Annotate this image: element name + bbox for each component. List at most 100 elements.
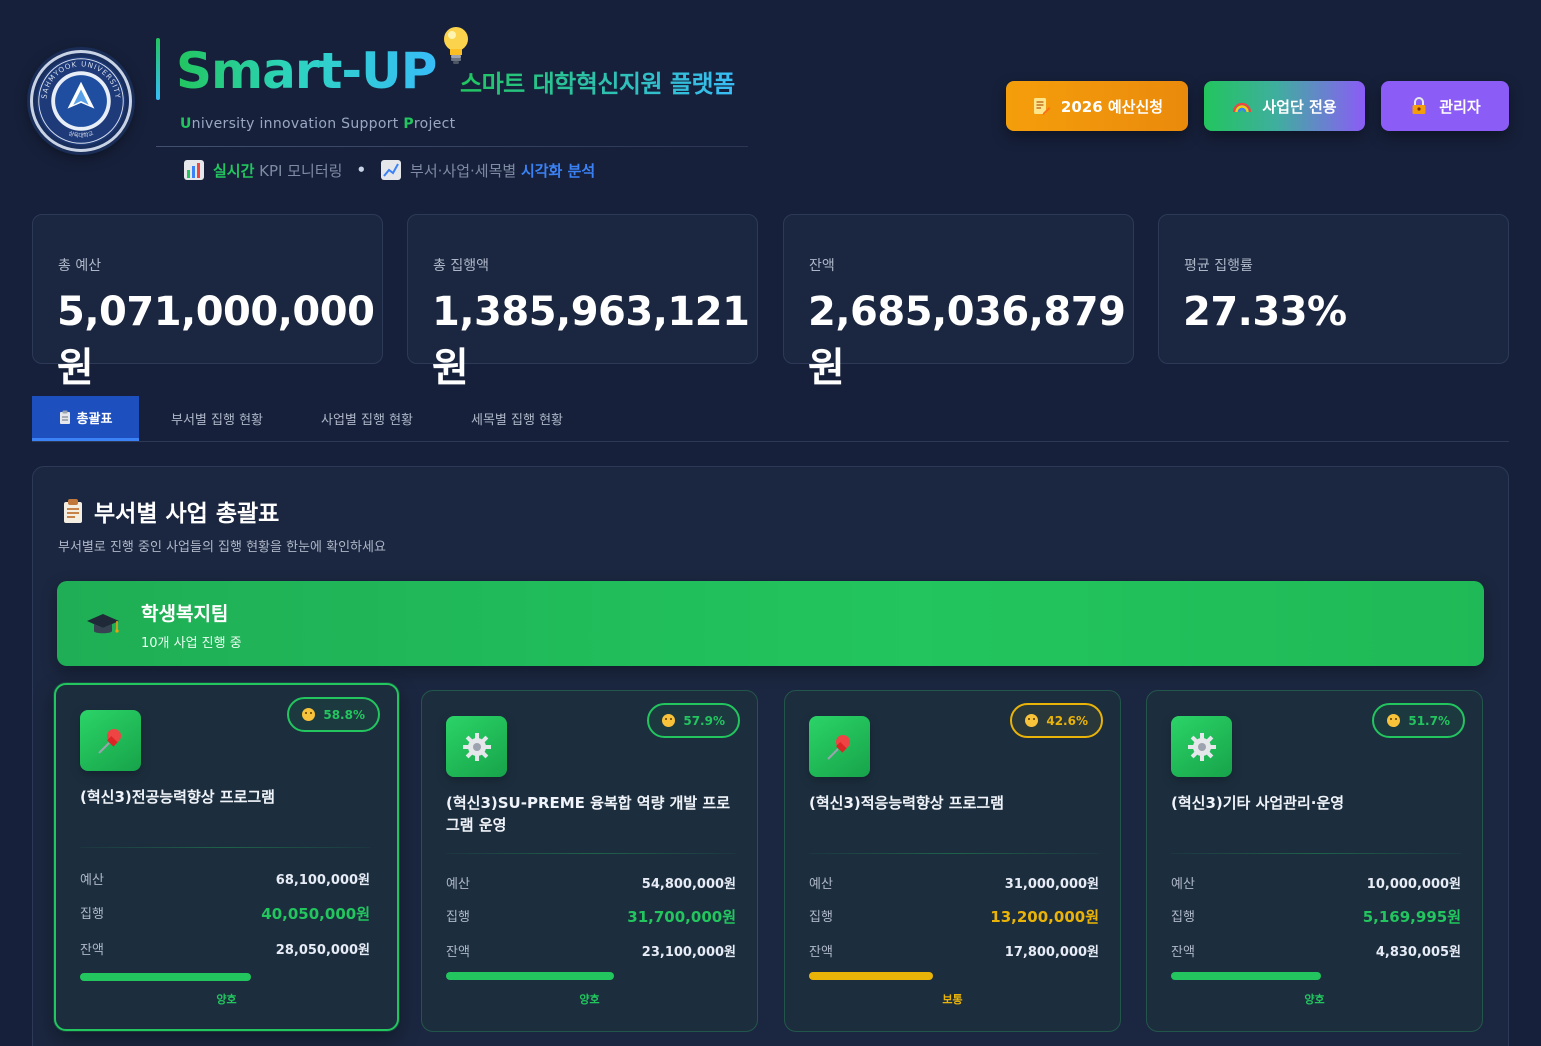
- stat-value: 27.33%: [1183, 289, 1347, 335]
- tab-by-item[interactable]: 세목별 집행 현황: [452, 396, 582, 441]
- tab-by-department[interactable]: 부서별 집행 현황: [152, 396, 282, 441]
- feature-summary: 실시간 KPI 모니터링 • 부서·사업·세목별 시각화 분석: [183, 158, 595, 182]
- stat-label: 총 집행액: [433, 258, 489, 274]
- stat-card-balance: 잔액 2,685,036,879원: [783, 214, 1134, 391]
- feature-separator: •: [356, 161, 367, 179]
- pushpin-icon: [80, 710, 141, 771]
- executed-value: 5,169,995원: [1362, 908, 1461, 926]
- clipboard-icon: [64, 499, 82, 523]
- budget-value: 54,800,000원: [641, 877, 736, 892]
- admin-label: 관리자: [1439, 97, 1481, 116]
- executed-value: 13,200,000원: [990, 908, 1099, 926]
- project-card[interactable]: 51.7% (혁신3)기타 사업관리·운영 예산 10,000,000원 집행 5,…: [1146, 690, 1483, 1032]
- executed-row: 집행 13,200,000원: [809, 908, 1099, 926]
- graduation-cap-icon: [87, 614, 119, 634]
- executed-row: 집행 5,169,995원: [1171, 908, 1461, 926]
- bar-chart-icon: [184, 160, 204, 180]
- feature-kpi-monitoring: KPI 모니터링: [254, 161, 343, 180]
- document-pencil-icon: [1033, 98, 1051, 115]
- clipboard-icon: [59, 410, 70, 424]
- stat-value: 2,685,036,879원: [808, 289, 1126, 391]
- project-card[interactable]: 57.9% (혁신3)SU-PREME 융복합 역량 개발 프로그램 운영 예산…: [421, 690, 758, 1032]
- stat-card-total-budget: 총 예산 5,071,000,000원: [32, 214, 383, 391]
- stat-card-avg-rate: 평균 집행률 27.33%: [1158, 214, 1509, 364]
- lightbulb-icon: [444, 27, 468, 64]
- budget-row: 예산 10,000,000원: [1171, 873, 1461, 892]
- department-name: 학생복지팀: [141, 603, 229, 625]
- stat-value: 5,071,000,000원: [57, 289, 375, 391]
- gear-icon: [446, 716, 507, 777]
- budget-request-label: 2026 예산신청: [1060, 97, 1164, 116]
- project-team-label: 사업단 전용: [1262, 97, 1337, 116]
- seal-year: 1906: [75, 117, 87, 123]
- stat-label: 총 예산: [58, 258, 102, 274]
- tab-summary[interactable]: 총괄표: [32, 396, 139, 441]
- line-chart-icon: [381, 160, 402, 180]
- pushpin-icon: [809, 716, 870, 777]
- tab-by-project[interactable]: 사업별 집행 현황: [302, 396, 432, 441]
- smiley-icon: [1387, 714, 1401, 727]
- balance-value: 4,830,005원: [1375, 945, 1461, 960]
- execution-rate-badge: 57.9%: [647, 703, 740, 738]
- execution-rate-badge: 42.6%: [1010, 703, 1103, 738]
- project-card[interactable]: 42.6% (혁신3)적응능력향상 프로그램 예산 31,000,000원 집행 1…: [784, 690, 1121, 1032]
- execution-progress-bar: [446, 972, 614, 980]
- card-divider: [809, 853, 1099, 854]
- executed-row: 집행 40,050,000원: [80, 905, 370, 923]
- header-divider: [156, 146, 748, 147]
- budget-value: 31,000,000원: [1004, 877, 1099, 892]
- executed-value: 40,050,000원: [261, 905, 370, 923]
- balance-value: 23,100,000원: [641, 945, 736, 960]
- budget-value: 68,100,000원: [275, 873, 370, 888]
- brand-accent-bar: [156, 38, 160, 100]
- balance-value: 28,050,000원: [275, 943, 370, 958]
- project-title: (혁신3)기타 사업관리·운영: [1171, 794, 1345, 812]
- project-title: (혁신3)SU-PREME 융복합 역량 개발 프로그램 운영: [446, 794, 731, 834]
- stat-label: 평균 집행률: [1184, 258, 1253, 274]
- lock-icon: [1412, 97, 1426, 114]
- feature-breakdown: 부서·사업·세목별: [410, 161, 521, 180]
- budget-request-button[interactable]: 2026 예산신청: [1006, 81, 1188, 131]
- card-divider: [80, 847, 370, 848]
- admin-button[interactable]: 관리자: [1381, 81, 1509, 131]
- balance-value: 17,800,000원: [1004, 945, 1099, 960]
- project-title: (혁신3)적응능력향상 프로그램: [809, 794, 1004, 812]
- university-seal-logo: SAHMYOOK UNIVERSITY 1906 삼육대학교: [30, 50, 132, 152]
- panel-description: 부서별로 진행 중인 사업들의 집행 현황을 한눈에 확인하세요: [58, 540, 386, 555]
- execution-rate-badge: 51.7%: [1372, 703, 1465, 738]
- budget-value: 10,000,000원: [1366, 877, 1461, 892]
- card-divider: [1171, 853, 1461, 854]
- execution-progress-bar: [1171, 972, 1321, 980]
- tab-label: 사업별 집행 현황: [321, 413, 413, 428]
- budget-row: 예산 54,800,000원: [446, 873, 736, 892]
- feature-visualization: 시각화 분석: [520, 161, 596, 180]
- app-subtitle: 스마트 대학혁신지원 플랫폼: [460, 64, 735, 99]
- department-banner[interactable]: [57, 581, 1484, 666]
- execution-rate-badge: 58.8%: [287, 697, 380, 732]
- stat-value: 1,385,963,121원: [432, 289, 750, 391]
- rainbow-icon: [1233, 102, 1252, 113]
- feature-realtime: 실시간: [213, 161, 255, 180]
- stat-label: 잔액: [809, 258, 835, 274]
- project-card[interactable]: 58.8% (혁신3)전공능력향상 프로그램 예산 68,100,000원 집행 4…: [54, 683, 399, 1031]
- balance-row: 잔액 4,830,005원: [1171, 941, 1461, 960]
- balance-row: 잔액 28,050,000원: [80, 939, 370, 958]
- app-title: Smart-UP: [176, 38, 437, 104]
- app-tagline: University innovation Support Project: [180, 116, 456, 132]
- budget-row: 예산 68,100,000원: [80, 869, 370, 888]
- budget-row: 예산 31,000,000원: [809, 873, 1099, 892]
- project-team-button[interactable]: 사업단 전용: [1204, 81, 1365, 131]
- status-label: 양호: [216, 993, 237, 1006]
- balance-row: 잔액 17,800,000원: [809, 941, 1099, 960]
- view-tabs: 총괄표 부서별 집행 현황 사업별 집행 현황 세목별 집행 현황: [32, 396, 1509, 442]
- gear-icon: [1171, 716, 1232, 777]
- status-label: 양호: [1304, 993, 1325, 1006]
- tab-label: 부서별 집행 현황: [171, 413, 263, 428]
- executed-value: 31,700,000원: [627, 908, 736, 926]
- status-label: 양호: [579, 993, 600, 1006]
- neutral-face-icon: [1025, 714, 1039, 727]
- status-label: 보통: [942, 993, 963, 1006]
- smiley-icon: [302, 708, 316, 721]
- card-divider: [446, 853, 736, 854]
- tab-label: 총괄표: [76, 411, 113, 427]
